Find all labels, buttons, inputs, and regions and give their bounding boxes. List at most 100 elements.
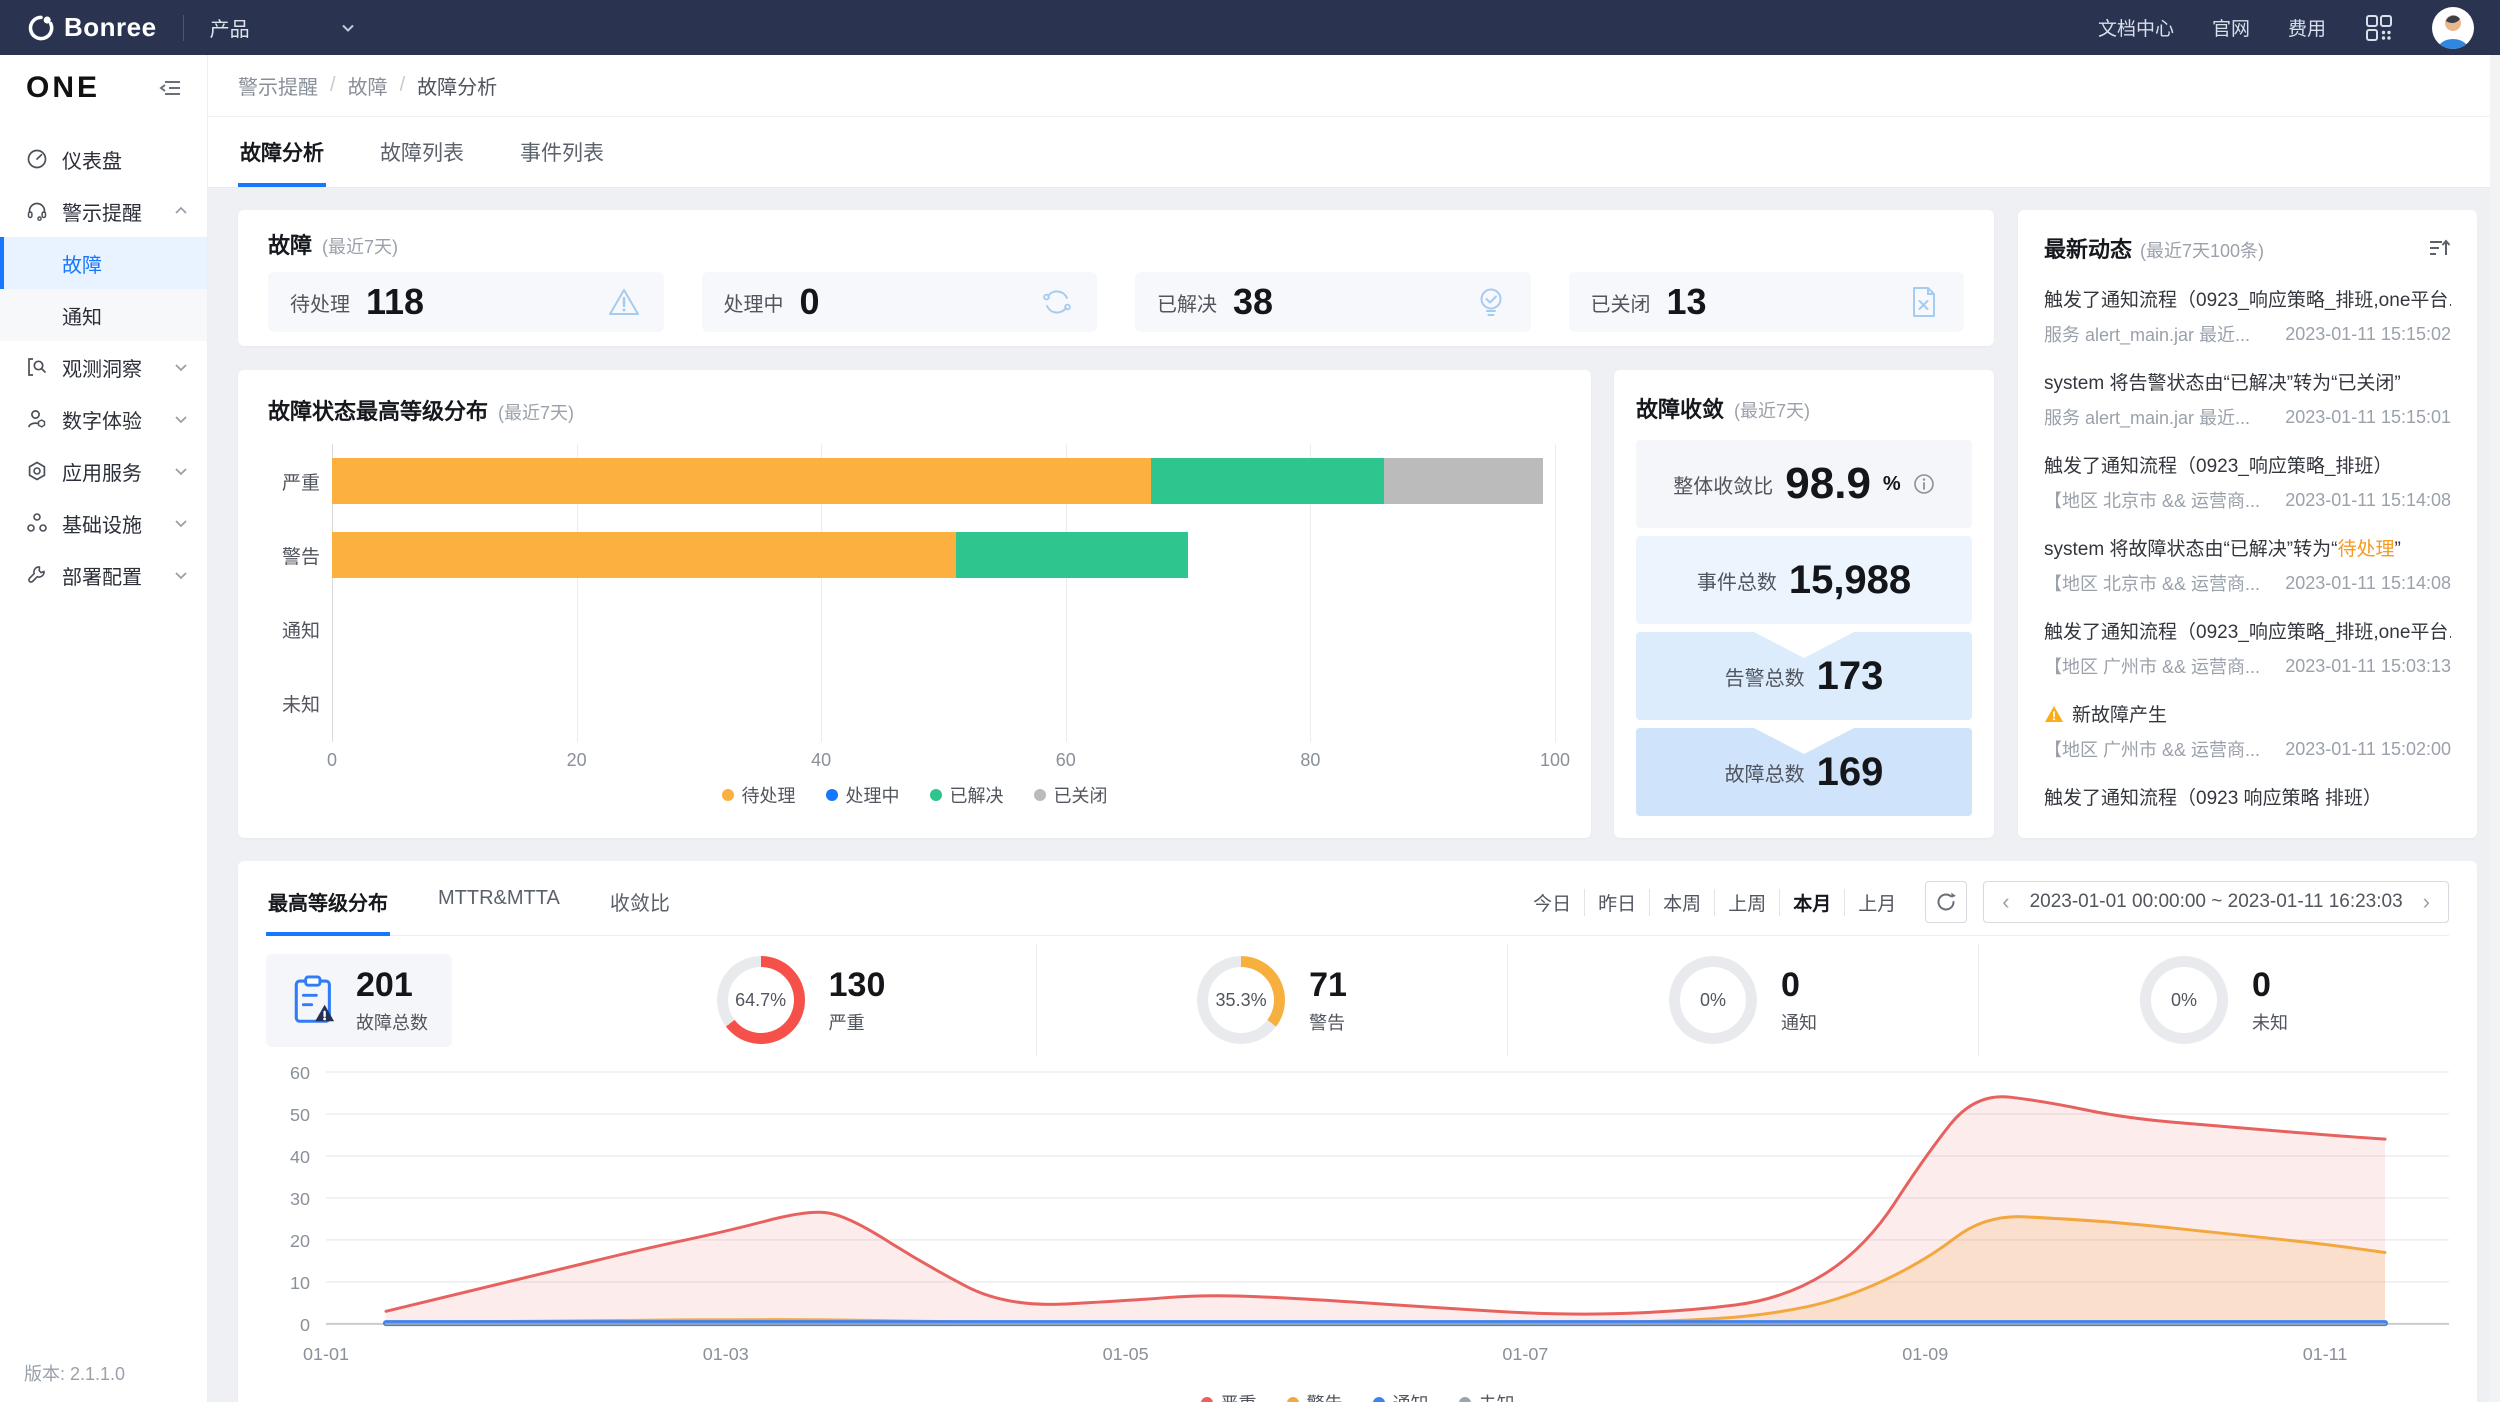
- refresh-button[interactable]: [1925, 881, 1967, 923]
- range-today[interactable]: 今日: [1520, 889, 1585, 916]
- news-title: system 将告警状态由“已解决”转为“已关闭”: [2044, 368, 2451, 395]
- sidebar-item-fault[interactable]: 故障: [0, 237, 207, 289]
- range-this-week[interactable]: 本周: [1650, 889, 1715, 916]
- bulb-check-icon: [1473, 284, 1509, 320]
- user-avatar[interactable]: [2432, 7, 2474, 49]
- sidebar-item-app-service[interactable]: 应用服务: [0, 445, 207, 497]
- tab-mttr-mtta[interactable]: MTTR&MTTA: [436, 877, 562, 936]
- clipboard-alert-icon: [290, 974, 338, 1026]
- brand[interactable]: Bonree: [26, 12, 157, 43]
- next-range-icon[interactable]: ›: [2423, 891, 2430, 913]
- sidebar-item-experience[interactable]: 数字体验: [0, 393, 207, 445]
- legend-item[interactable]: 严重: [1201, 1390, 1257, 1402]
- bar-category-label: 严重: [268, 468, 320, 495]
- sidebar-item-label: 通知: [62, 301, 102, 330]
- range-last-month[interactable]: 上月: [1845, 889, 1909, 916]
- legend-item[interactable]: 警告: [1287, 1390, 1343, 1402]
- news-item[interactable]: 触发了通知流程（0923_响应策略_排班,one平台... 服务 alert_m…: [2044, 285, 2451, 347]
- legend-item[interactable]: 待处理: [722, 782, 796, 808]
- stat-value: 38: [1233, 281, 1273, 323]
- stat-resolved: 已解决 38: [1135, 272, 1531, 332]
- sidebar-item-observe[interactable]: 观测洞察: [0, 341, 207, 393]
- tab-fault-analysis[interactable]: 故障分析: [238, 117, 326, 187]
- alert-headset-icon: [26, 200, 48, 222]
- stat-value: 201: [356, 966, 428, 1005]
- stat-label: 未知: [2252, 1009, 2288, 1035]
- top-navbar: Bonree 产品 文档中心 官网 费用: [0, 0, 2500, 55]
- news-item[interactable]: 触发了通知流程（0923_响应策略_排班） 【地区 北京市 && 运营商... …: [2044, 451, 2451, 513]
- date-range-picker[interactable]: ‹ 2023-01-01 00:00:00 ~ 2023-01-11 16:23…: [1983, 881, 2449, 923]
- range-yesterday[interactable]: 昨日: [1585, 889, 1650, 916]
- tab-convergence-ratio[interactable]: 收敛比: [608, 877, 672, 936]
- product-menu[interactable]: 产品: [210, 13, 356, 42]
- svg-text:40: 40: [290, 1147, 310, 1167]
- avatar-person-icon: [2432, 7, 2474, 49]
- nav-link-site[interactable]: 官网: [2212, 14, 2250, 41]
- navbar-right: 文档中心 官网 费用: [2098, 7, 2474, 49]
- chevron-down-icon: [173, 515, 189, 531]
- app-service-icon: [26, 460, 48, 482]
- news-time: 2023-01-11 15:02:00: [2285, 739, 2451, 760]
- card-title: 最新动态: [2044, 232, 2132, 264]
- news-item[interactable]: 触发了通知流程（0923 响应策略 排班）: [2044, 783, 2451, 810]
- card-title: 故障状态最高等级分布: [268, 394, 488, 426]
- collapse-sidebar-icon[interactable]: [157, 75, 183, 101]
- apps-grid-icon[interactable]: [2364, 13, 2394, 43]
- sort-icon[interactable]: [2427, 236, 2451, 260]
- breadcrumb-separator: /: [330, 74, 336, 97]
- sidebar-item-label: 基础设施: [62, 509, 142, 538]
- stat-fault-total: 201 故障总数: [266, 944, 566, 1056]
- sidebar-item-label: 应用服务: [62, 457, 142, 486]
- news-item[interactable]: 新故障产生 【地区 广州市 && 运营商... 2023-01-11 15:02…: [2044, 700, 2451, 762]
- tab-severity-distribution[interactable]: 最高等级分布: [266, 877, 390, 936]
- observe-icon: [26, 356, 48, 378]
- bar-segment: [332, 458, 1151, 504]
- news-item[interactable]: system 将故障状态由“已解决”转为“待处理” 【地区 北京市 && 运营商…: [2044, 534, 2451, 596]
- news-item[interactable]: 触发了通知流程（0923_响应策略_排班,one平台... 【地区 广州市 &&…: [2044, 617, 2451, 679]
- legend-item[interactable]: 未知: [1459, 1390, 1515, 1402]
- svg-text:0: 0: [300, 1315, 310, 1335]
- main-area: 警示提醒 / 故障 / 故障分析 故障分析 故障列表 事件列表 故障: [208, 55, 2500, 1402]
- bar-segment: [332, 532, 956, 578]
- date-controls: 今日 昨日 本周 上周 本月 上月: [1520, 881, 2449, 935]
- breadcrumb-item[interactable]: 警示提醒: [238, 71, 318, 100]
- range-last-week[interactable]: 上周: [1715, 889, 1780, 916]
- page: Bonree 产品 文档中心 官网 费用: [0, 0, 2500, 1402]
- convergence-ratio-box: 整体收敛比 98.9 %: [1636, 440, 1972, 528]
- legend-item[interactable]: 处理中: [826, 782, 900, 808]
- tab-fault-list[interactable]: 故障列表: [378, 117, 466, 187]
- svg-text:60: 60: [290, 1064, 310, 1083]
- critical-donut: 64.7%: [717, 956, 805, 1044]
- tab-event-list[interactable]: 事件列表: [518, 117, 606, 187]
- version-label: 版本: 2.1.1.0: [24, 1360, 125, 1386]
- page-scrollbar[interactable]: [2490, 55, 2500, 1402]
- prev-range-icon[interactable]: ‹: [2002, 891, 2009, 913]
- news-item[interactable]: system 将告警状态由“已解决”转为“已关闭” 服务 alert_main.…: [2044, 368, 2451, 430]
- news-meta: 服务 alert_main.jar 最近...: [2044, 404, 2275, 430]
- card-title: 故障收敛: [1636, 392, 1724, 424]
- nav-link-docs[interactable]: 文档中心: [2098, 14, 2174, 41]
- sidebar-item-dashboard[interactable]: 仪表盘: [0, 133, 207, 185]
- news-time: 2023-01-11 15:03:13: [2285, 656, 2451, 677]
- card-subtitle: (最近7天): [322, 233, 398, 259]
- legend-item[interactable]: 已关闭: [1034, 782, 1108, 808]
- stat-label: 故障总数: [356, 1009, 428, 1035]
- svg-text:01-09: 01-09: [1902, 1344, 1948, 1364]
- area-chart-legend: 严重 警告 通知 未知: [266, 1390, 2449, 1402]
- range-this-month[interactable]: 本月: [1780, 889, 1845, 916]
- sidebar-item-alerts[interactable]: 警示提醒: [0, 185, 207, 237]
- breadcrumb-item[interactable]: 故障: [348, 71, 388, 100]
- info-icon[interactable]: [1913, 473, 1935, 495]
- legend-item[interactable]: 已解决: [930, 782, 1004, 808]
- donut-percent: 35.3%: [1197, 956, 1285, 1044]
- news-title: 触发了通知流程（0923_响应策略_排班,one平台...: [2044, 285, 2451, 312]
- sidebar-item-notification[interactable]: 通知: [0, 289, 207, 341]
- stat-label: 已关闭: [1591, 288, 1651, 317]
- chevron-down-icon: [173, 567, 189, 583]
- legend-item[interactable]: 通知: [1373, 1390, 1429, 1402]
- sidebar-item-infrastructure[interactable]: 基础设施: [0, 497, 207, 549]
- stat-value: 0: [800, 281, 820, 323]
- sidebar-item-deploy[interactable]: 部署配置: [0, 549, 207, 601]
- file-close-icon: [1906, 284, 1942, 320]
- nav-link-billing[interactable]: 费用: [2288, 14, 2326, 41]
